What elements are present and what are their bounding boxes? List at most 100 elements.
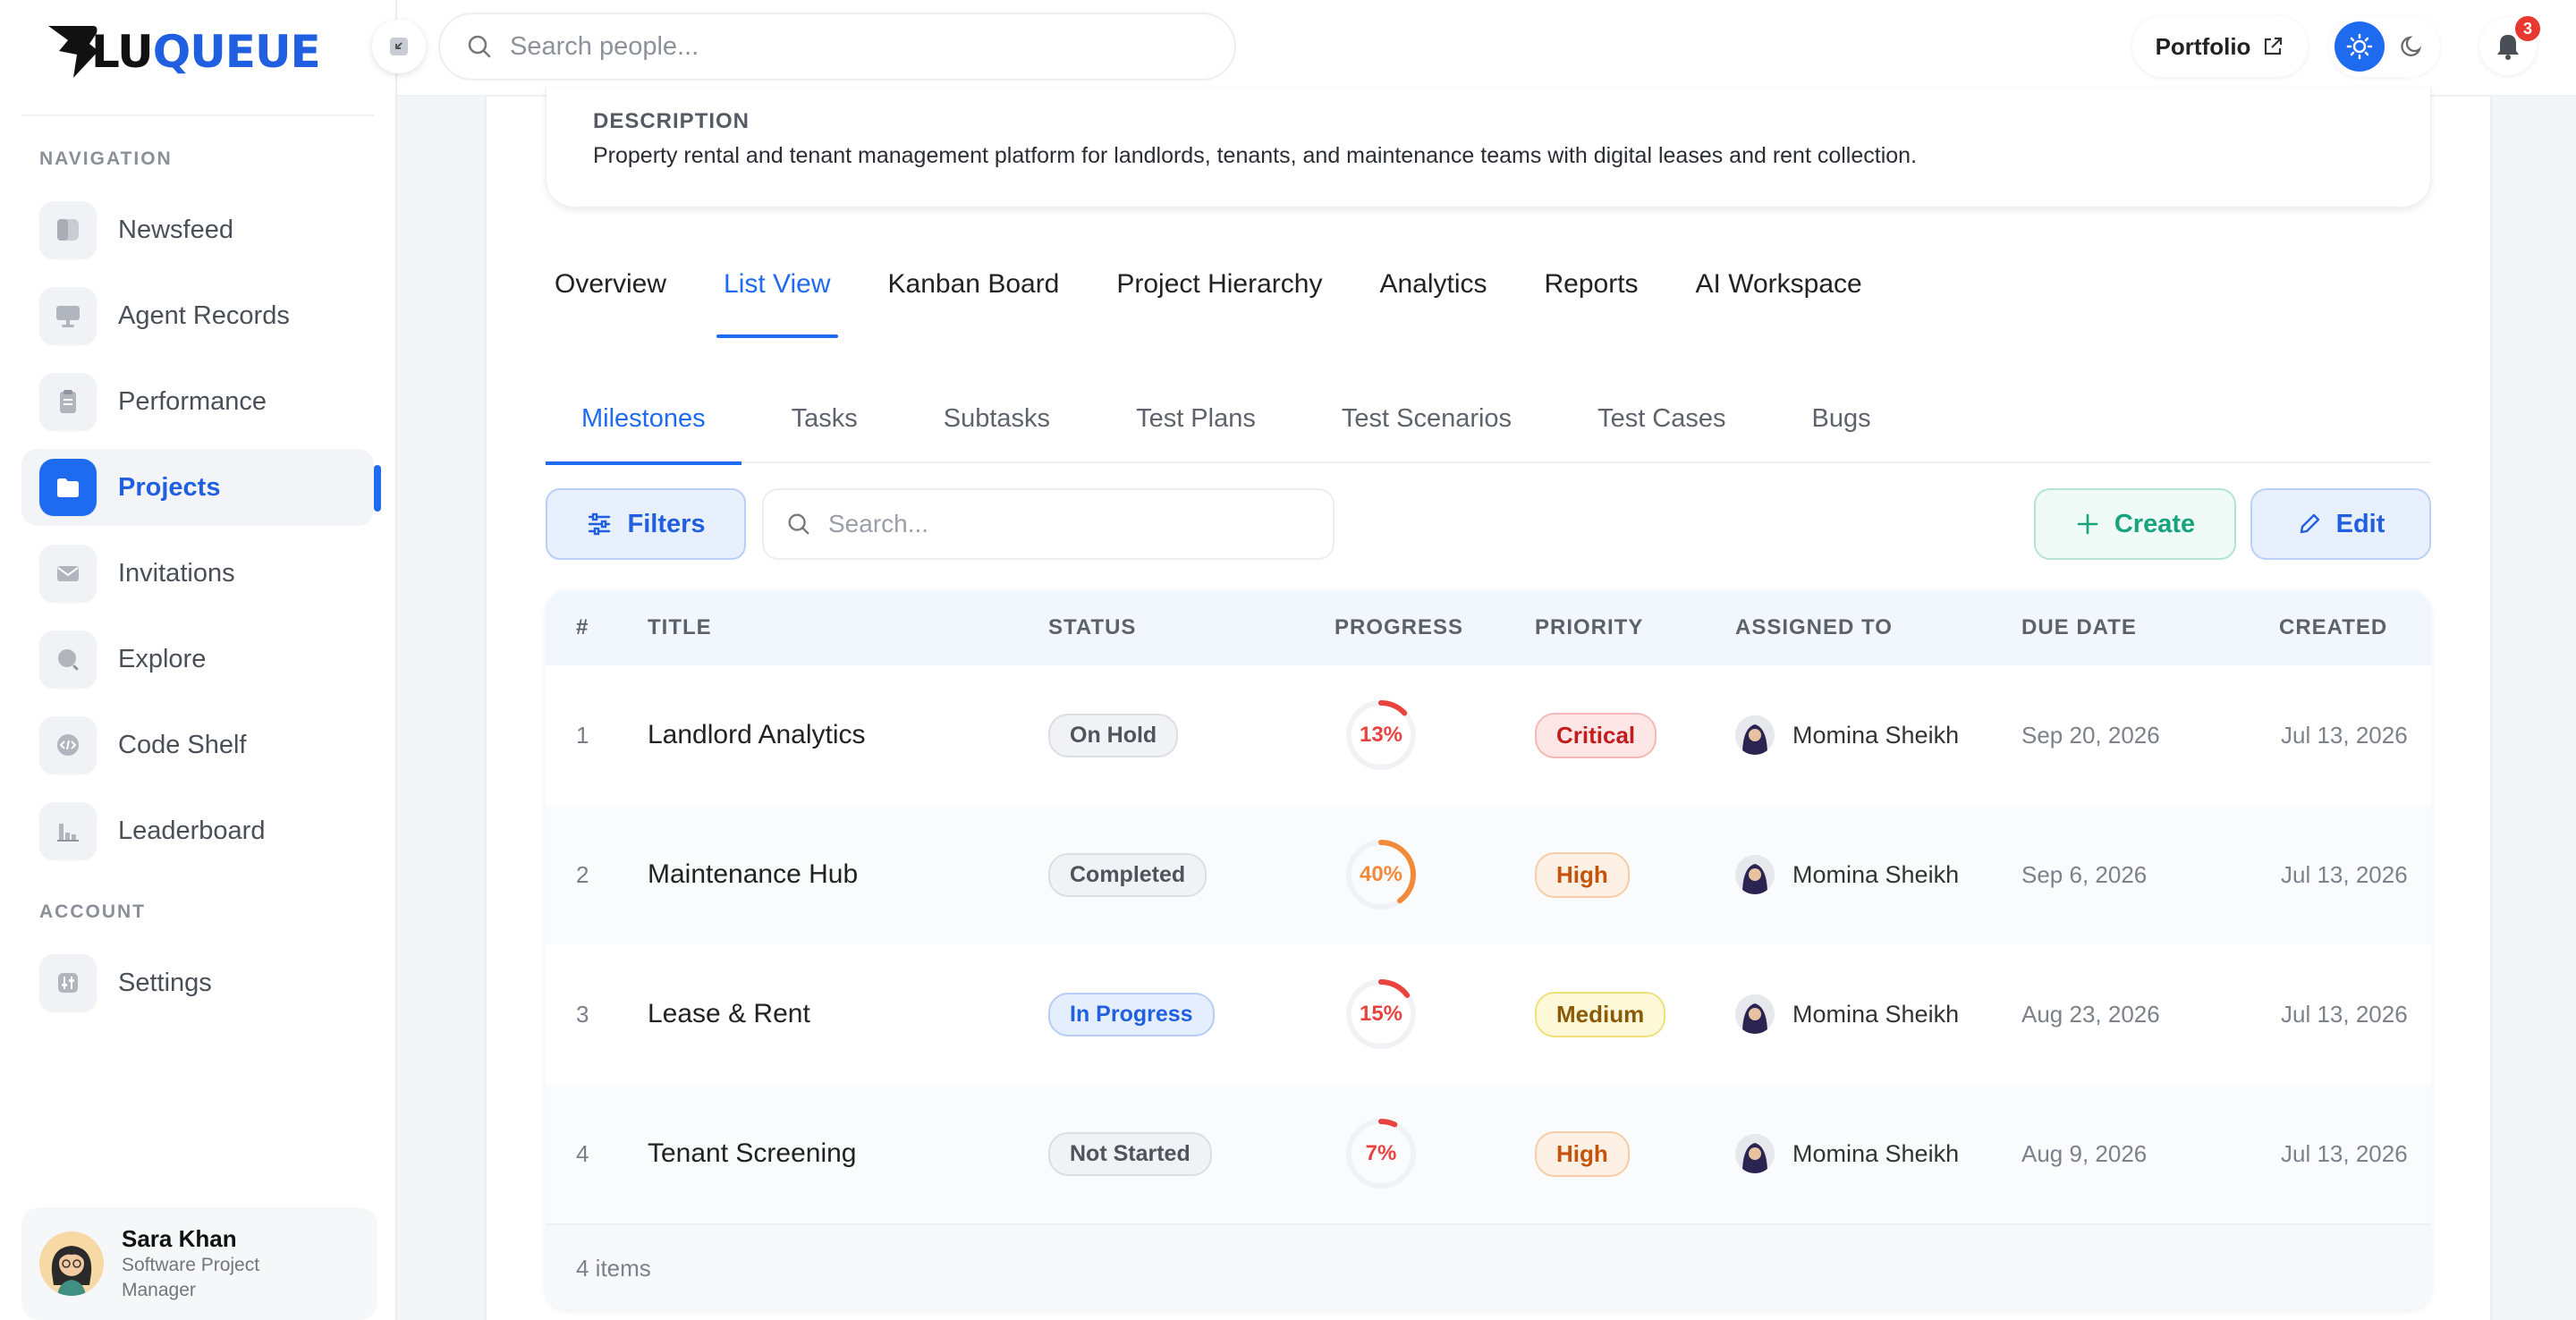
filter-sliders-icon: [589, 512, 611, 536]
sidebar-item-agent-records[interactable]: Agent Records: [21, 277, 374, 354]
assignee-name: Momina Sheikh: [1792, 1000, 1960, 1028]
created-date: Jul 13, 2026: [2281, 1139, 2408, 1167]
account-section-label: ACCOUNT: [39, 901, 146, 922]
column-header-created[interactable]: CREATED: [2279, 590, 2387, 665]
create-button[interactable]: Create: [2034, 488, 2236, 560]
subtab-test-scenarios[interactable]: Test Scenarios: [1306, 392, 1547, 463]
brand-logo[interactable]: LUQUEUE: [47, 23, 321, 80]
assignee-name: Momina Sheikh: [1792, 721, 1960, 749]
people-search[interactable]: [438, 13, 1236, 80]
status-badge[interactable]: In Progress: [1048, 992, 1215, 1037]
row-title[interactable]: Landlord Analytics: [648, 665, 866, 805]
column-header-due-date[interactable]: DUE DATE: [2021, 590, 2137, 665]
search-icon: [788, 513, 809, 535]
avatar: [1735, 855, 1775, 894]
progress-ring: 15%: [1343, 977, 1419, 1052]
row-number: 4: [576, 1139, 589, 1167]
row-title[interactable]: Maintenance Hub: [648, 805, 858, 944]
item-type-tabs: Milestones Tasks Subtasks Test Plans Tes…: [546, 392, 2431, 465]
people-search-input[interactable]: [510, 31, 1208, 62]
theme-toggle[interactable]: [2329, 16, 2440, 77]
external-link-icon: [2265, 37, 2283, 55]
table-row[interactable]: 2 Maintenance Hub Completed 40% High Mom…: [546, 805, 2431, 944]
item-count: 4 items: [576, 1255, 651, 1282]
subtab-milestones[interactable]: Milestones: [546, 392, 741, 465]
brand-name-part2: QUEUE: [152, 26, 321, 78]
light-mode-button[interactable]: [2334, 21, 2385, 72]
column-header-number[interactable]: #: [576, 590, 589, 665]
tab-kanban-board[interactable]: Kanban Board: [888, 258, 1060, 338]
subtab-bugs[interactable]: Bugs: [1776, 392, 1907, 463]
column-header-assigned-to[interactable]: ASSIGNED TO: [1735, 590, 1893, 665]
subtab-test-cases[interactable]: Test Cases: [1562, 392, 1761, 463]
priority-badge[interactable]: Critical: [1535, 712, 1657, 758]
status-badge[interactable]: On Hold: [1048, 713, 1179, 757]
assignee[interactable]: Momina Sheikh: [1735, 665, 1959, 805]
tab-reports[interactable]: Reports: [1545, 258, 1639, 338]
sliders-icon: [39, 954, 97, 1011]
assignee-name: Momina Sheikh: [1792, 1139, 1960, 1167]
sidebar-item-explore[interactable]: Explore: [21, 621, 374, 698]
assignee-name: Momina Sheikh: [1792, 860, 1960, 888]
assignee[interactable]: Momina Sheikh: [1735, 944, 1959, 1084]
folder-icon: [39, 459, 97, 516]
description-label: DESCRIPTION: [593, 109, 750, 133]
filters-label: Filters: [627, 509, 706, 538]
notifications-button[interactable]: 3: [2479, 14, 2542, 75]
status-badge[interactable]: Completed: [1048, 852, 1208, 897]
profile-name: Sara Khan: [122, 1224, 237, 1252]
search-icon: [39, 630, 97, 688]
column-header-priority[interactable]: PRIORITY: [1535, 590, 1643, 665]
table-row[interactable]: 1 Landlord Analytics On Hold 13% Critica…: [546, 665, 2431, 805]
status-badge[interactable]: Not Started: [1048, 1131, 1212, 1176]
sidebar-item-newsfeed[interactable]: Newsfeed: [21, 191, 374, 268]
created-date: Jul 13, 2026: [2281, 860, 2408, 888]
table-search-input[interactable]: [828, 510, 1311, 538]
priority-badge[interactable]: High: [1535, 851, 1630, 898]
sidebar-item-invitations[interactable]: Invitations: [21, 535, 374, 612]
dark-mode-button[interactable]: [2386, 21, 2436, 72]
subtab-test-plans[interactable]: Test Plans: [1100, 392, 1292, 463]
progress-value: 7%: [1365, 1141, 1397, 1165]
user-profile-card[interactable]: Sara Khan Software Project Manager: [21, 1207, 377, 1320]
create-label: Create: [2114, 509, 2196, 538]
column-header-progress[interactable]: PROGRESS: [1335, 590, 1463, 665]
table-row[interactable]: 3 Lease & Rent In Progress 15% Medium Mo…: [546, 944, 2431, 1084]
column-header-status[interactable]: STATUS: [1048, 590, 1136, 665]
moon-icon: [2401, 36, 2422, 56]
sun-icon: [2346, 33, 2373, 60]
sidebar-item-leaderboard[interactable]: Leaderboard: [21, 792, 374, 869]
column-header-title[interactable]: TITLE: [648, 590, 712, 665]
progress-value: 40%: [1359, 862, 1403, 886]
tab-analytics[interactable]: Analytics: [1379, 258, 1487, 338]
table-row[interactable]: 4 Tenant Screening Not Started 7% High M…: [546, 1084, 2431, 1223]
filters-button[interactable]: Filters: [546, 488, 746, 560]
assignee[interactable]: Momina Sheikh: [1735, 805, 1959, 944]
tab-project-hierarchy[interactable]: Project Hierarchy: [1116, 258, 1322, 338]
row-title[interactable]: Tenant Screening: [648, 1084, 857, 1223]
portfolio-button[interactable]: Portfolio: [2132, 16, 2308, 77]
tab-overview[interactable]: Overview: [555, 258, 666, 338]
tab-list-view[interactable]: List View: [716, 258, 838, 338]
avatar: [1735, 1134, 1775, 1173]
table-search[interactable]: [762, 488, 1335, 560]
tab-ai-workspace[interactable]: AI Workspace: [1696, 258, 1862, 338]
sidebar-item-code-shelf[interactable]: Code Shelf: [21, 707, 374, 783]
table-footer: 4 items: [546, 1223, 2431, 1309]
edit-button[interactable]: Edit: [2250, 488, 2431, 560]
project-content: DESCRIPTION Property rental and tenant m…: [485, 88, 2492, 1320]
sidebar-item-settings[interactable]: Settings: [21, 944, 374, 1021]
priority-badge[interactable]: Medium: [1535, 991, 1666, 1037]
sidebar-item-projects[interactable]: Projects: [21, 449, 381, 526]
priority-badge[interactable]: High: [1535, 1130, 1630, 1177]
edit-label: Edit: [2335, 509, 2385, 538]
subtab-subtasks[interactable]: Subtasks: [908, 392, 1086, 463]
assignee[interactable]: Momina Sheikh: [1735, 1084, 1959, 1223]
row-title[interactable]: Lease & Rent: [648, 944, 810, 1084]
progress-value: 15%: [1359, 1002, 1403, 1026]
collapse-sidebar-button[interactable]: [372, 20, 426, 73]
subtab-tasks[interactable]: Tasks: [756, 392, 894, 463]
avatar: [39, 1231, 104, 1296]
top-bar: Portfolio 3: [372, 0, 2576, 97]
sidebar-item-performance[interactable]: Performance: [21, 363, 374, 440]
